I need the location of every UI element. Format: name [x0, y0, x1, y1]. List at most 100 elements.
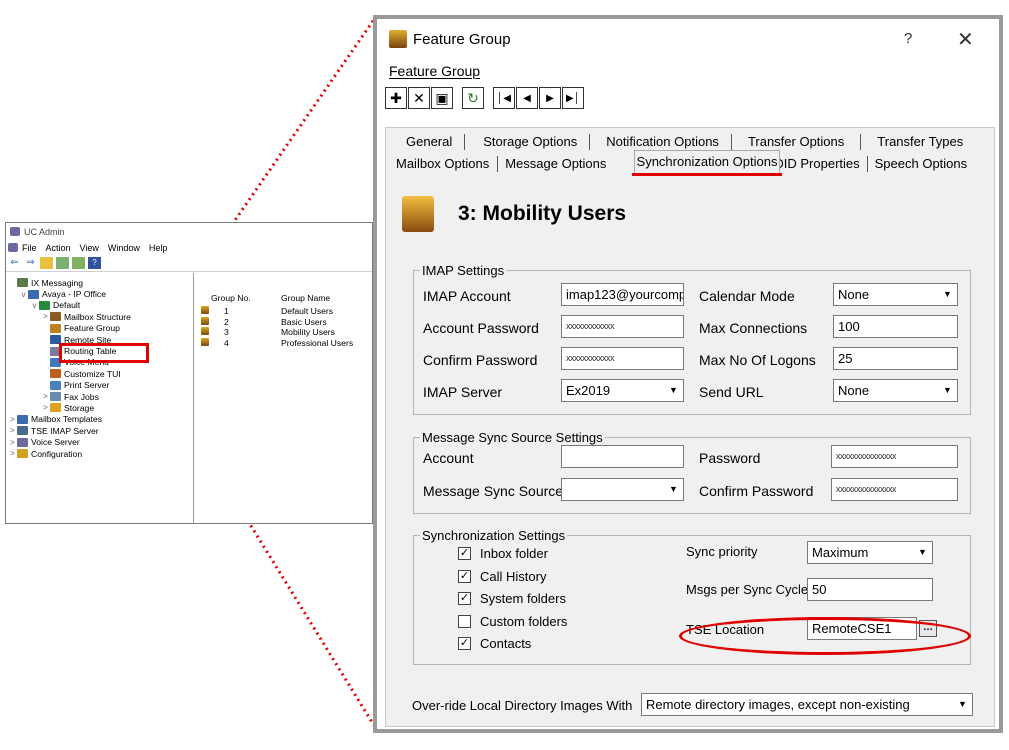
sync-checkbox-label: Contacts — [480, 636, 532, 651]
tree-item[interactable]: Print Server — [6, 380, 193, 391]
back-icon[interactable]: ⇐ — [8, 257, 21, 269]
send-url-dropdown[interactable]: None ▼ — [833, 379, 958, 402]
refresh-icon[interactable] — [56, 257, 69, 269]
checkmark-icon[interactable]: ✓ — [458, 547, 471, 560]
imap-server-dropdown[interactable]: Ex2019 ▼ — [561, 379, 684, 402]
tree-item[interactable]: > TSE IMAP Server — [6, 425, 193, 436]
feature-group-icon — [201, 337, 209, 346]
forward-icon[interactable]: ⇒ — [24, 257, 37, 269]
sync-source-group: Message Sync Source Settings — [413, 430, 971, 514]
expand-chevron-icon[interactable]: > — [41, 392, 50, 401]
message-sync-source-dropdown[interactable]: ▼ — [561, 478, 684, 501]
add-icon[interactable]: ✚ — [385, 87, 407, 109]
confirm-password-label: Confirm Password — [423, 352, 538, 368]
sync-checkbox[interactable]: Custom folders — [458, 614, 567, 629]
tree-node-icon — [50, 380, 61, 390]
menu-help[interactable]: Help — [149, 243, 168, 253]
tab-general[interactable]: General — [394, 134, 466, 150]
tree-item[interactable]: > Fax Jobs — [6, 391, 193, 402]
tab-did-properties[interactable]: DID Properties — [767, 156, 868, 172]
override-dropdown[interactable]: Remote directory images, except non-exis… — [641, 693, 973, 716]
expand-chevron-icon[interactable]: > — [8, 449, 17, 458]
sync-checkbox[interactable]: ✓ System folders — [458, 591, 566, 606]
account-password-field[interactable]: xxxxxxxxxxxx — [561, 315, 684, 338]
tree-item[interactable]: > Voice Server — [6, 436, 193, 447]
col-group-name[interactable]: Group Name — [281, 293, 371, 306]
sync-password-field[interactable]: xxxxxxxxxxxxxxx — [831, 445, 958, 468]
msgs-per-sync-field[interactable]: 50 — [807, 578, 933, 601]
checkmark-icon[interactable]: ✓ — [458, 592, 471, 605]
chevron-down-icon[interactable]: ▼ — [915, 545, 930, 560]
confirm-password-field[interactable]: xxxxxxxxxxxx — [561, 347, 684, 370]
max-connections-field[interactable]: 100 — [833, 315, 958, 338]
tab-notification-options[interactable]: Notification Options — [590, 134, 732, 150]
sync-checkbox[interactable]: ✓ Inbox folder — [458, 546, 548, 561]
help-button[interactable]: ? — [904, 30, 912, 47]
menu-feature-group[interactable]: Feature Group — [389, 63, 480, 79]
table-row[interactable]: 1 Default Users — [201, 306, 371, 317]
tree-item[interactable]: v Avaya - IP Office — [6, 288, 193, 299]
calendar-mode-dropdown[interactable]: None ▼ — [833, 283, 958, 306]
tab-transfer-options[interactable]: Transfer Options — [732, 134, 862, 150]
chevron-down-icon[interactable]: ▼ — [940, 383, 955, 398]
tab-synchronization-options[interactable]: Synchronization Options — [634, 150, 780, 175]
last-record-icon[interactable]: ▶│ — [562, 87, 584, 109]
help-icon[interactable]: ? — [88, 257, 101, 269]
first-record-icon[interactable]: │◀ — [493, 87, 515, 109]
menu-file[interactable]: File — [22, 243, 37, 253]
sync-checkbox[interactable]: ✓ Call History — [458, 569, 546, 584]
checkmark-icon[interactable]: ✓ — [458, 637, 471, 650]
sync-confirm-password-field[interactable]: xxxxxxxxxxxxxxx — [831, 478, 958, 501]
tree-item[interactable]: > Storage — [6, 402, 193, 413]
tab-mailbox-options[interactable]: Mailbox Options — [396, 156, 499, 172]
collapse-chevron-icon[interactable]: v — [19, 290, 28, 299]
feature-group-highlight — [59, 343, 149, 363]
menu-window[interactable]: Window — [108, 243, 140, 253]
table-row[interactable]: 3 Mobility Users — [201, 327, 371, 338]
chevron-down-icon[interactable]: ▼ — [666, 482, 681, 497]
next-record-icon[interactable]: ▶ — [539, 87, 561, 109]
dialog-content: General Storage Options Notification Opt… — [385, 127, 995, 727]
tree-item[interactable]: > Mailbox Templates — [6, 414, 193, 425]
expand-chevron-icon[interactable]: > — [8, 438, 17, 447]
delete-icon[interactable]: ✕ — [408, 87, 430, 109]
group-name-cell: Basic Users — [281, 316, 327, 327]
checkbox-empty[interactable] — [458, 614, 471, 628]
send-url-label: Send URL — [699, 384, 764, 400]
expand-chevron-icon[interactable]: > — [41, 403, 50, 412]
tree-item[interactable]: v Default — [6, 300, 193, 311]
tree-item[interactable]: IX Messaging — [6, 277, 193, 288]
tab-transfer-types[interactable]: Transfer Types — [861, 134, 965, 150]
tree-node-icon — [17, 414, 28, 424]
max-logons-field[interactable]: 25 — [833, 347, 958, 370]
tree-item[interactable]: > Mailbox Structure — [6, 311, 193, 322]
previous-record-icon[interactable]: ◀ — [516, 87, 538, 109]
imap-account-field[interactable]: imap123@yourcompan — [561, 283, 684, 306]
table-row[interactable]: 4 Professional Users — [201, 337, 371, 349]
refresh-icon[interactable]: ↻ — [462, 87, 484, 109]
expand-chevron-icon[interactable]: > — [41, 312, 50, 321]
tab-storage-options[interactable]: Storage Options — [465, 134, 591, 150]
expand-chevron-icon[interactable]: > — [8, 415, 17, 424]
close-button[interactable]: ✕ — [957, 27, 974, 52]
chevron-down-icon[interactable]: ▼ — [666, 383, 681, 398]
menu-view[interactable]: View — [80, 243, 99, 253]
tree-item[interactable]: Feature Group — [6, 323, 193, 334]
sync-account-field[interactable] — [561, 445, 684, 468]
tree-item[interactable]: > Configuration — [6, 448, 193, 459]
sync-priority-dropdown[interactable]: Maximum ▼ — [807, 541, 933, 564]
chevron-down-icon[interactable]: ▼ — [940, 287, 955, 302]
sync-checkbox[interactable]: ✓ Contacts — [458, 636, 531, 651]
collapse-chevron-icon[interactable]: v — [30, 301, 39, 310]
up-folder-icon[interactable] — [40, 257, 53, 269]
export-icon[interactable] — [72, 257, 85, 269]
expand-chevron-icon[interactable]: > — [8, 426, 17, 435]
menu-action[interactable]: Action — [46, 243, 71, 253]
save-icon[interactable]: ▣ — [431, 87, 453, 109]
col-group-no[interactable]: Group No. — [211, 293, 281, 306]
chevron-down-icon[interactable]: ▼ — [955, 697, 970, 712]
tab-speech-options[interactable]: Speech Options — [868, 156, 975, 172]
checkmark-icon[interactable]: ✓ — [458, 569, 471, 583]
table-row[interactable]: 2 Basic Users — [201, 316, 371, 328]
tree-item[interactable]: Customize TUI — [6, 368, 193, 379]
